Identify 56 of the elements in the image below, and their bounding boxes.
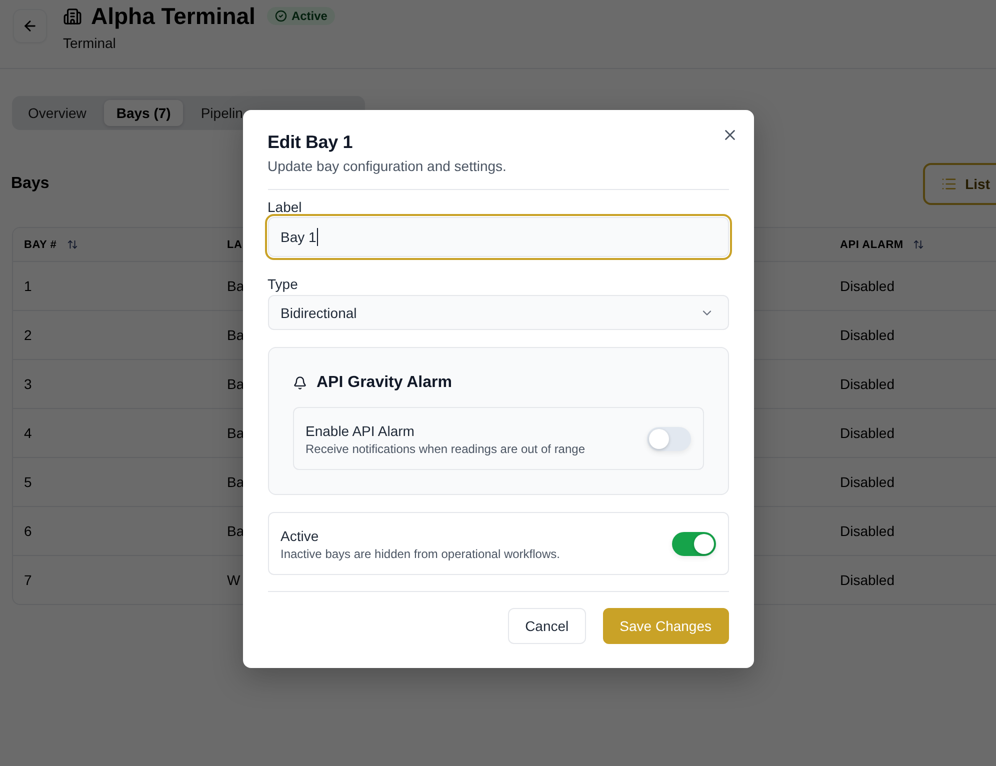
list-view-button[interactable]: List	[923, 163, 996, 205]
table-cell-text: Disabled	[839, 523, 894, 539]
table-cell-text: Disabled	[839, 572, 894, 588]
bell-icon	[292, 376, 306, 390]
status-label: Active	[291, 9, 328, 23]
table-cell-text: Ba	[226, 425, 244, 441]
check-circle-icon	[275, 10, 288, 22]
table-cell-text: Ba	[226, 278, 244, 294]
column-header: BAY #	[24, 238, 57, 250]
tab[interactable]: Overview	[16, 100, 98, 126]
table-cell-text: 4	[23, 425, 32, 441]
section-title: Bays	[11, 175, 50, 193]
table-cell-text: Disabled	[839, 278, 894, 294]
table-cell-text: W	[226, 572, 240, 588]
close-icon	[724, 130, 734, 140]
cancel-button[interactable]: Cancel	[508, 608, 586, 644]
setting-description: Receive notifications when readings are out of range	[306, 440, 586, 456]
panel-title: API Gravity Alarm	[316, 374, 452, 392]
table-cell-text: 7	[23, 572, 32, 588]
sort-icon[interactable]	[913, 239, 924, 250]
sort-icon[interactable]	[66, 239, 78, 250]
setting-label: Active	[280, 526, 320, 546]
tab[interactable]: Pipelin	[188, 100, 255, 126]
dialog-title: Edit Bay 1	[268, 131, 354, 154]
column-header: LA	[227, 238, 242, 250]
table-cell-text: Disabled	[839, 327, 894, 343]
page-subtitle: Terminal	[63, 34, 117, 52]
table-cell-text: Disabled	[839, 474, 894, 490]
field-label: Label	[268, 198, 303, 216]
toggle-switch[interactable]	[646, 426, 690, 450]
table-cell-text: Ba	[226, 327, 244, 343]
table-cell-text: Ba	[226, 474, 244, 490]
table-cell-text: Disabled	[839, 425, 894, 441]
save-button[interactable]: Save Changes	[602, 608, 728, 644]
toggle-switch[interactable]	[672, 532, 716, 556]
table-cell-text: 6	[23, 523, 32, 539]
page-title: Alpha Terminal	[91, 2, 256, 30]
table-cell-text: Disabled	[839, 376, 894, 392]
table-cell-text: 3	[23, 376, 32, 392]
text-cursor-icon	[317, 228, 318, 246]
table-cell-text: Ba	[226, 523, 244, 539]
tab[interactable]: Bays (7)	[104, 100, 183, 126]
dialog-subtitle: Update bay configuration and settings.	[268, 157, 508, 176]
close-button[interactable]	[724, 130, 734, 140]
setting-description: Inactive bays are hidden from operational workflows.	[280, 546, 560, 562]
column-header: API ALARM	[840, 238, 904, 250]
building-icon	[63, 6, 82, 26]
table-cell-text: 2	[23, 327, 32, 343]
table-cell-text: Ba	[226, 376, 244, 392]
type-select[interactable]: Bidirectional	[268, 295, 728, 330]
list-icon	[941, 176, 958, 192]
table-cell-text: 1	[23, 278, 32, 294]
table-cell-text: 5	[23, 474, 32, 490]
setting-label: Enable API Alarm	[306, 422, 416, 440]
field-label: Type	[268, 275, 299, 293]
back-button[interactable]	[13, 9, 47, 43]
